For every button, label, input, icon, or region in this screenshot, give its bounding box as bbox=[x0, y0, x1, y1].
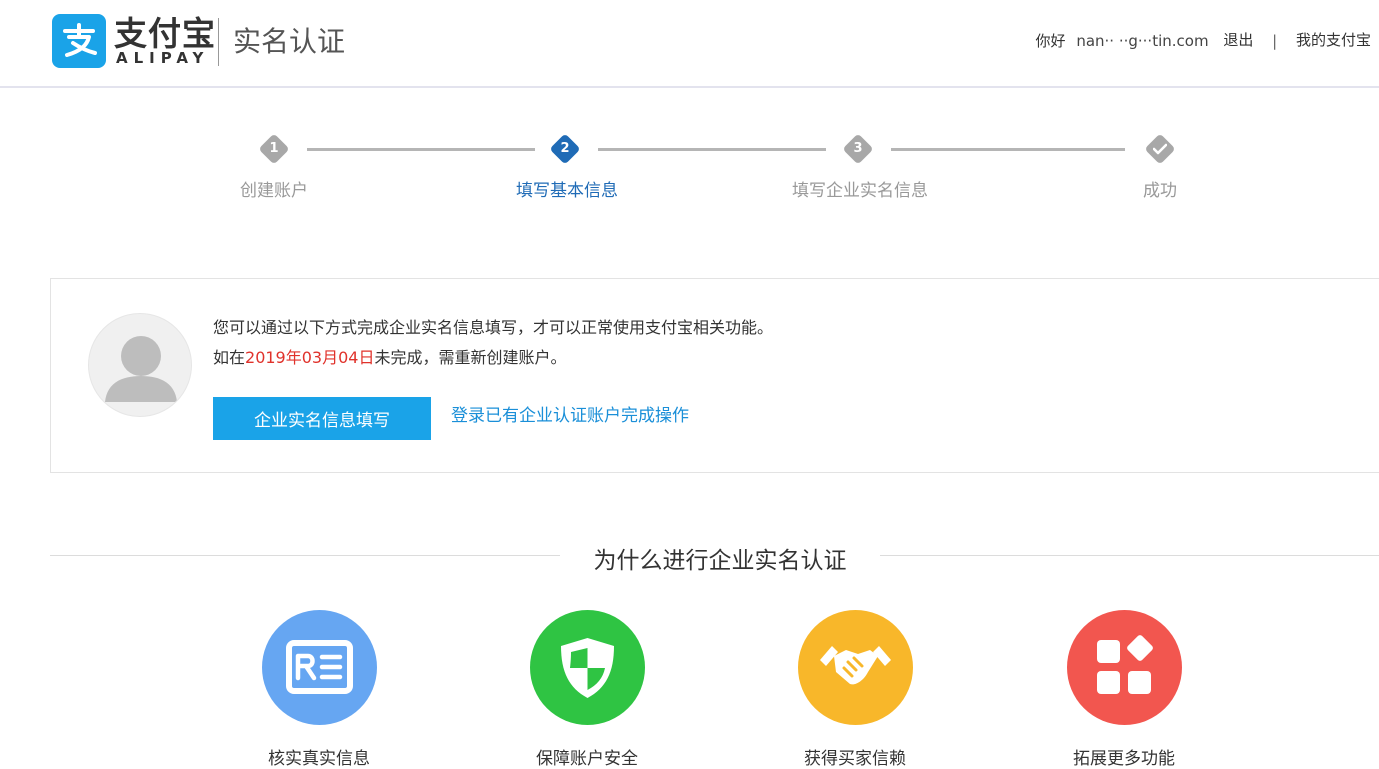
user-email: nan·· ··g···tin.com bbox=[1076, 31, 1209, 50]
my-alipay-link[interactable]: 我的支付宝 bbox=[1296, 31, 1371, 49]
user-bar: 你好 nan·· ··g···tin.com 退出 | 我的支付宝 bbox=[1036, 30, 1371, 51]
user-bar-separator: | bbox=[1272, 31, 1278, 50]
feature-label-security: 保障账户安全 bbox=[536, 749, 638, 769]
handshake-icon bbox=[798, 610, 913, 725]
feature-label-trust: 获得买家信赖 bbox=[804, 749, 906, 769]
step-2-label: 填写基本信息 bbox=[516, 181, 618, 201]
id-card-icon bbox=[262, 610, 377, 725]
greeting-text: 你好 bbox=[1035, 31, 1066, 50]
shield-icon bbox=[530, 610, 645, 725]
brand-name-en: ALIPAY bbox=[116, 49, 210, 67]
step-1-icon: 1 bbox=[258, 133, 290, 165]
feature-label-more-functions: 拓展更多功能 bbox=[1073, 749, 1175, 769]
page-header: 支付宝 ALIPAY 实名认证 你好 nan·· ··g···tin.com 退… bbox=[0, 0, 1379, 88]
logo-divider bbox=[218, 18, 219, 66]
avatar-icon bbox=[88, 313, 192, 417]
why-divider-left bbox=[50, 555, 560, 556]
info-deadline: 如在2019年03月04日未完成，需重新创建账户。 bbox=[213, 348, 567, 367]
why-section-title: 为什么进行企业实名认证 bbox=[560, 546, 880, 576]
login-existing-account-link[interactable]: 登录已有企业认证账户完成操作 bbox=[451, 405, 689, 427]
info-panel bbox=[50, 278, 1379, 473]
brand-name: 支付宝 bbox=[114, 14, 216, 53]
logout-link[interactable]: 退出 bbox=[1223, 31, 1253, 49]
feature-label-verify: 核实真实信息 bbox=[268, 749, 370, 769]
info-description: 您可以通过以下方式完成企业实名信息填写，才可以正常使用支付宝相关功能。 bbox=[213, 318, 774, 337]
check-icon bbox=[1144, 133, 1176, 165]
fill-enterprise-info-button[interactable]: 企业实名信息填写 bbox=[213, 397, 431, 440]
step-1-label: 创建账户 bbox=[240, 181, 308, 201]
page-title: 实名认证 bbox=[233, 25, 346, 58]
step-connector-1 bbox=[307, 148, 535, 151]
step-2-icon: 2 bbox=[549, 133, 581, 165]
step-connector-2 bbox=[598, 148, 826, 151]
step-connector-3 bbox=[891, 148, 1125, 151]
why-divider-right bbox=[880, 555, 1379, 556]
deadline-date: 2019年03月04日 bbox=[245, 348, 375, 367]
step-4-label: 成功 bbox=[1143, 181, 1177, 201]
apps-icon bbox=[1067, 610, 1182, 725]
step-3-label: 填写企业实名信息 bbox=[792, 181, 928, 201]
step-3-icon: 3 bbox=[842, 133, 874, 165]
alipay-logo-icon[interactable] bbox=[52, 14, 106, 68]
